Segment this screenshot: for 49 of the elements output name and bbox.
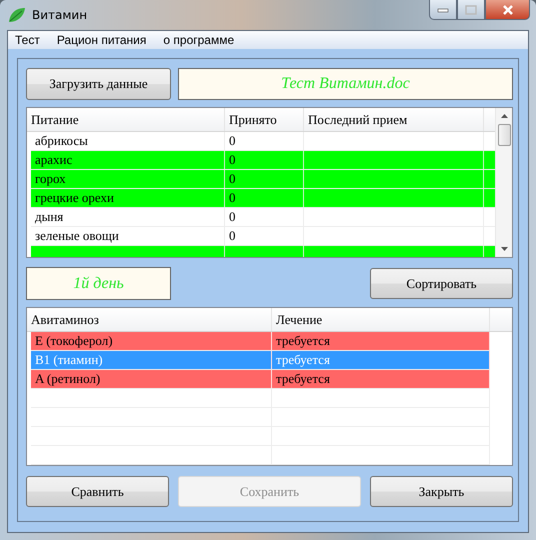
leaf-icon: [8, 7, 26, 23]
scroll-up-icon[interactable]: [500, 114, 508, 118]
table-cell: E (токоферол): [31, 332, 272, 350]
table-cell: арахис: [31, 151, 225, 169]
file-name-label: Тест Витамин.doc: [178, 68, 513, 100]
table-row[interactable]: грецкие орехи 0: [31, 189, 495, 208]
column-header[interactable]: Лечение: [272, 308, 490, 331]
table-row[interactable]: A (ретинол) требуется: [31, 370, 490, 389]
table-cell: 0: [225, 189, 304, 207]
menu-item[interactable]: Рацион питания: [56, 33, 156, 47]
table-cell: грецкие орехи: [31, 189, 225, 207]
table-cell: 0: [225, 208, 304, 226]
column-header[interactable]: Питание: [27, 108, 225, 131]
column-header[interactable]: Авитаминоз: [27, 308, 272, 331]
table-cell: требуется: [272, 351, 490, 369]
table-cell: горох: [31, 170, 225, 188]
action-button[interactable]: Сравнить: [26, 476, 169, 507]
table-cell: A (ретинол): [31, 370, 272, 388]
table-row[interactable]: E (токоферол) требуется: [31, 332, 490, 351]
menu-item[interactable]: Тест: [15, 33, 49, 47]
scrollbar[interactable]: [495, 108, 512, 257]
table-cell: 0: [225, 151, 304, 169]
table-cell: требуется: [272, 370, 490, 388]
day-label: 1й день: [26, 267, 171, 300]
column-header[interactable]: Принято: [225, 108, 304, 131]
load-data-button[interactable]: Загрузить данные: [26, 68, 171, 100]
close-icon: [500, 4, 514, 14]
sort-button[interactable]: Сортировать: [370, 268, 513, 299]
table-cell: абрикосы: [31, 132, 225, 150]
close-button[interactable]: [485, 0, 530, 20]
maximize-icon: [465, 4, 477, 14]
menu-item[interactable]: о программе: [163, 33, 244, 47]
table-row[interactable]: арахис 0: [31, 151, 495, 170]
action-button[interactable]: Закрыть: [370, 476, 513, 507]
table-cell: дыня: [31, 208, 225, 226]
column-header[interactable]: Последний прием: [304, 108, 484, 131]
maximize-button[interactable]: [457, 0, 485, 20]
table-cell: зеленые овощи: [31, 227, 225, 245]
minimize-icon: [437, 6, 449, 12]
table-cell: 0: [225, 227, 304, 245]
table-row[interactable]: горох 0: [31, 170, 495, 189]
scroll-down-icon[interactable]: [500, 247, 508, 251]
table-cell: 0: [225, 132, 304, 150]
table-cell: B1 (тиамин): [31, 351, 272, 369]
window-title: Витамин: [32, 8, 88, 22]
table-cell: 0: [225, 170, 304, 188]
minimize-button[interactable]: [429, 0, 457, 20]
table-cell: требуется: [272, 332, 490, 350]
scroll-thumb[interactable]: [498, 124, 510, 146]
